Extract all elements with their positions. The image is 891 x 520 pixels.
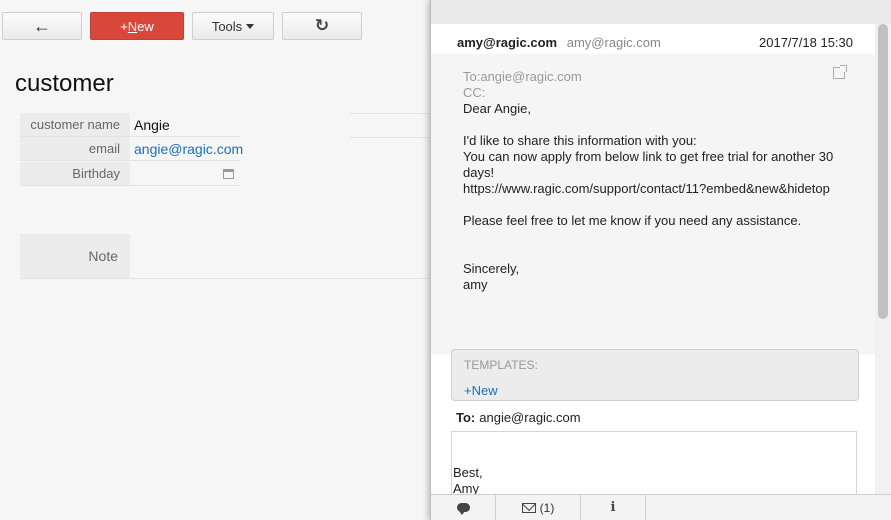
body-closing: Sincerely, xyxy=(463,261,520,276)
email-date: 2017/7/18 15:30 xyxy=(759,35,853,50)
refresh-button[interactable]: ↻ xyxy=(282,12,362,40)
compose-text: Best, Amy xyxy=(453,465,483,494)
field-row-email: email angie@ragic.com xyxy=(20,137,243,161)
panel-tabs: (1) i xyxy=(431,494,891,520)
email-cc-line: CC: xyxy=(463,85,486,100)
body-line: I'd like to share this information with … xyxy=(463,133,697,148)
field-row-birthday: Birthday xyxy=(20,162,240,186)
field-label: email xyxy=(20,137,130,160)
field-row-note: Note xyxy=(20,234,430,279)
customer-name-value[interactable]: Angie xyxy=(130,113,240,136)
body-line: You can now apply from below link to get… xyxy=(463,149,834,164)
compose-textarea[interactable]: Best, Amy xyxy=(451,431,857,494)
body-line: Please feel free to let me know if you n… xyxy=(463,213,802,228)
external-link-icon[interactable] xyxy=(833,65,847,79)
caret-down-icon xyxy=(246,23,255,29)
email-thread[interactable]: amy@ragic.com amy@ragic.com 2017/7/18 15… xyxy=(431,24,876,494)
tab-info[interactable]: i xyxy=(581,495,646,520)
new-template-link[interactable]: +New xyxy=(464,383,498,398)
body-greeting: Dear Angie, xyxy=(463,101,531,116)
email-body: Dear Angie, I'd like to share this infor… xyxy=(463,101,843,293)
sender-name: amy@ragic.com xyxy=(457,35,558,50)
compose-text-line: Amy xyxy=(453,481,479,494)
note-label: Note xyxy=(20,234,130,278)
body-link: https://www.ragic.com/support/contact/11… xyxy=(463,181,830,196)
field-label: Birthday xyxy=(20,162,130,185)
tools-label: Tools xyxy=(211,18,243,34)
divider xyxy=(350,113,430,138)
tab-mail[interactable]: (1) xyxy=(496,495,581,520)
compose-to-line: To: angie@ragic.com xyxy=(456,410,581,425)
tab-comments[interactable] xyxy=(431,495,496,520)
email-to-line: To:angie@ragic.com xyxy=(463,69,582,84)
form-title: customer xyxy=(15,70,114,97)
field-row-customer-name: customer name Angie xyxy=(20,113,240,137)
tools-dropdown-button[interactable]: Tools xyxy=(192,12,274,40)
compose-to-label: To: xyxy=(456,410,476,425)
sender-address: amy@ragic.com xyxy=(566,35,661,50)
panel-top-strip xyxy=(431,0,891,24)
body-signature: amy xyxy=(463,277,488,292)
body-line: days! xyxy=(463,165,495,180)
new-button[interactable]: +New xyxy=(90,12,184,40)
templates-label: TEMPLATES: xyxy=(464,358,538,372)
calendar-icon[interactable] xyxy=(223,169,234,179)
templates-box: TEMPLATES: +New xyxy=(451,349,859,401)
email-header: amy@ragic.com amy@ragic.com 2017/7/18 15… xyxy=(457,35,857,55)
info-icon: i xyxy=(610,500,616,515)
birthday-field[interactable] xyxy=(130,162,240,185)
toolbar: ← +New Tools ↻ xyxy=(0,0,430,50)
mail-icon xyxy=(521,502,536,513)
compose-text-line: Best, xyxy=(453,465,483,480)
comments-icon xyxy=(456,503,470,515)
scrollbar[interactable] xyxy=(875,24,891,494)
new-button-label: +New xyxy=(120,18,154,34)
email-panel: amy@ragic.com amy@ragic.com 2017/7/18 15… xyxy=(430,0,891,520)
email-value-link[interactable]: angie@ragic.com xyxy=(130,137,243,160)
scrollbar-thumb[interactable] xyxy=(878,24,888,319)
compose-to-value[interactable]: angie@ragic.com xyxy=(479,410,580,425)
refresh-icon: ↻ xyxy=(314,16,330,35)
note-value[interactable] xyxy=(130,234,430,278)
back-button[interactable]: ← xyxy=(2,12,82,40)
mail-count: (1) xyxy=(539,500,555,515)
field-label: customer name xyxy=(20,113,130,136)
arrow-left-icon: ← xyxy=(33,15,51,36)
